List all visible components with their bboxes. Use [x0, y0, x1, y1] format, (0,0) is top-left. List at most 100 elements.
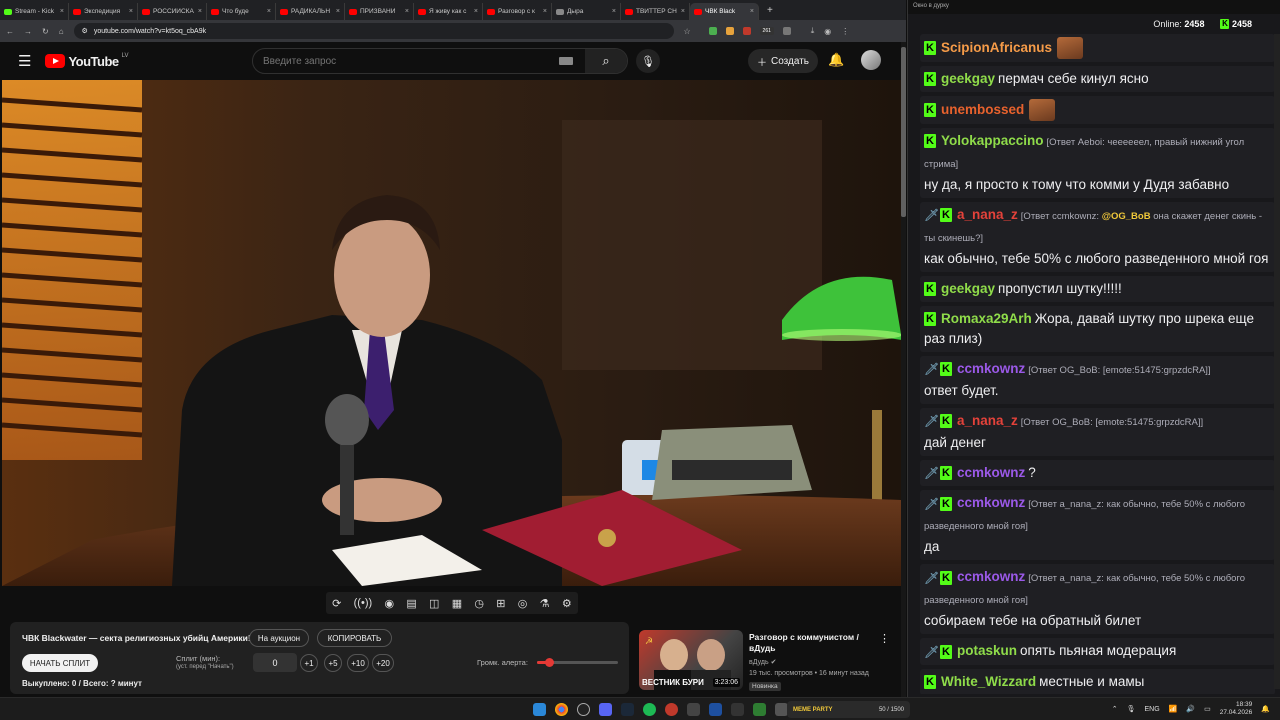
wifi-icon[interactable]: 📶 [1169, 705, 1178, 713]
app-icon[interactable] [687, 703, 700, 716]
scrollbar-thumb[interactable] [901, 47, 906, 217]
back-icon[interactable]: ← [6, 27, 14, 36]
chat-username[interactable]: potaskun [957, 643, 1017, 658]
tab-close-icon[interactable]: × [198, 8, 202, 15]
recommended-video[interactable]: ☭ ВЕСТНИК БУРИ 3:23:06 Разговор с коммун… [639, 630, 901, 692]
toolbar-tool-icon[interactable]: ◎ [518, 597, 528, 610]
tab-close-icon[interactable]: × [405, 8, 409, 15]
profile-icon[interactable]: ◉ [824, 27, 831, 36]
windows-start-icon[interactable] [533, 703, 546, 716]
speaker-icon[interactable]: 🔊 [1186, 705, 1195, 713]
tab-close-icon[interactable]: × [543, 8, 547, 15]
slider-knob[interactable] [545, 658, 555, 667]
clock[interactable]: 18:39 27.04.2026 [1220, 701, 1253, 717]
home-icon[interactable]: ⌂ [59, 27, 64, 36]
chat-username[interactable]: ccmkownz [957, 569, 1025, 584]
app-icon[interactable] [665, 703, 678, 716]
browser-tab[interactable]: ПРИЗВАНИ × [345, 3, 414, 20]
mention[interactable]: @OG_BoB [1102, 211, 1151, 222]
browser-menu-icon[interactable]: ⋮ [841, 27, 849, 36]
puzzle-icon[interactable] [782, 27, 791, 35]
notifications-icon[interactable]: 🔔 [1261, 705, 1270, 713]
forward-icon[interactable]: → [24, 27, 32, 36]
youtube-logo[interactable]: YouTube LV [45, 53, 129, 69]
channel-name[interactable]: вДудь ✔ [749, 658, 776, 666]
browser-tab[interactable]: Дыра × [552, 3, 621, 20]
toolbar-tool-icon[interactable]: ((•)) [354, 597, 373, 609]
split-increment-button[interactable]: +1 [300, 654, 318, 672]
download-icon[interactable]: ⤓ [811, 26, 815, 36]
chevron-up-icon[interactable]: ⌃ [1112, 705, 1118, 713]
app-icon[interactable] [753, 703, 766, 716]
hamburger-menu-icon[interactable]: ☰ [18, 52, 31, 70]
auction-button[interactable]: На аукцион [249, 629, 309, 647]
split-minutes-input[interactable]: 0 [253, 653, 297, 672]
toolbar-tool-icon[interactable]: ▦ [452, 597, 462, 610]
toolbar-tool-icon[interactable]: ⟳ [332, 597, 341, 610]
notifications-bell-icon[interactable]: 🔔 [828, 52, 844, 68]
tab-close-icon[interactable]: × [267, 8, 271, 15]
tab-close-icon[interactable]: × [129, 8, 133, 15]
extension-icon[interactable] [725, 27, 734, 35]
chat-username[interactable]: a_nana_z [957, 413, 1018, 428]
more-options-icon[interactable]: ⋮ [879, 632, 890, 645]
battery-icon[interactable]: ▭ [1204, 705, 1211, 713]
toolbar-tool-icon[interactable]: ⚙ [562, 597, 572, 610]
voice-search-button[interactable]: 🎙 [636, 49, 660, 73]
bookmark-star-icon[interactable]: ☆ [684, 27, 691, 36]
browser-tab[interactable]: Что буде × [207, 3, 276, 20]
extension-icon[interactable] [742, 27, 751, 35]
browser-tab[interactable]: Я живу как с × [414, 3, 483, 20]
search-input[interactable] [253, 55, 559, 67]
discord-icon[interactable] [599, 703, 612, 716]
video-thumbnail[interactable]: ☭ ВЕСТНИК БУРИ 3:23:06 [639, 630, 743, 690]
browser-tab[interactable]: Stream - Kick × [0, 3, 69, 20]
chat-username[interactable]: geekgay [941, 71, 995, 86]
steam-icon[interactable] [621, 703, 634, 716]
split-increment-button[interactable]: +20 [372, 654, 394, 672]
language-indicator[interactable]: ENG [1145, 706, 1160, 713]
browser-tab[interactable]: ЧВК Black × [690, 3, 759, 20]
copy-button[interactable]: КОПИРОВАТЬ [317, 629, 392, 647]
obs-icon[interactable] [577, 703, 590, 716]
create-button[interactable]: ＋ Создать [748, 49, 818, 73]
browser-tab[interactable]: РАДИКАЛЬН × [276, 3, 345, 20]
toolbar-tool-icon[interactable]: ⊞ [496, 597, 505, 610]
tab-close-icon[interactable]: × [60, 8, 64, 15]
chat-username[interactable]: ScipionAfricanus [941, 40, 1052, 55]
microphone-icon[interactable]: 🎙 [1127, 705, 1136, 713]
tab-close-icon[interactable]: × [750, 8, 754, 15]
chat-username[interactable]: ccmkownz [957, 495, 1025, 510]
alert-volume-slider[interactable] [537, 658, 618, 667]
meme-party-widget[interactable]: MEME PARTY 50 / 1500 [787, 701, 910, 718]
keyboard-icon[interactable] [559, 57, 573, 65]
chat-username[interactable]: geekgay [941, 281, 995, 296]
chat-username[interactable]: a_nana_z [957, 207, 1018, 222]
chat-username[interactable]: Romaxa29Arh [941, 311, 1032, 326]
split-increment-button[interactable]: +5 [324, 654, 342, 672]
toolbar-tool-icon[interactable]: ⚗ [540, 597, 550, 610]
browser-tab[interactable]: Разговор с к × [483, 3, 552, 20]
app-icon[interactable] [731, 703, 744, 716]
browser-tab[interactable]: Экспедиция × [69, 3, 138, 20]
tab-close-icon[interactable]: × [612, 8, 616, 15]
chat-username[interactable]: ccmkownz [957, 361, 1025, 376]
tab-close-icon[interactable]: × [681, 8, 685, 15]
url-field[interactable]: ⚙ youtube.com/watch?v=kt5oq_cbA9k [73, 23, 674, 39]
reload-icon[interactable]: ↻ [42, 27, 49, 36]
toolbar-tool-icon[interactable]: ▤ [406, 597, 416, 610]
chat-username[interactable]: unembossed [941, 102, 1024, 117]
extension-icon[interactable] [708, 27, 717, 35]
split-increment-button[interactable]: +10 [347, 654, 369, 672]
chat-scrollbar[interactable] [1274, 34, 1280, 689]
toolbar-tool-icon[interactable]: ◉ [384, 597, 394, 610]
spotify-icon[interactable] [643, 703, 656, 716]
browser-tab[interactable]: ТВИТТЕР СН × [621, 3, 690, 20]
recommended-title[interactable]: Разговор с коммунистом / вДудь [749, 632, 869, 654]
chat-username[interactable]: ccmkownz [957, 465, 1025, 480]
browser-tab[interactable]: РОССИЙСКА × [138, 3, 207, 20]
extension-icon[interactable]: 261 [759, 27, 774, 35]
avatar[interactable] [861, 50, 881, 70]
toolbar-tool-icon[interactable]: ◷ [474, 597, 484, 610]
new-tab-button[interactable]: + [767, 5, 773, 16]
